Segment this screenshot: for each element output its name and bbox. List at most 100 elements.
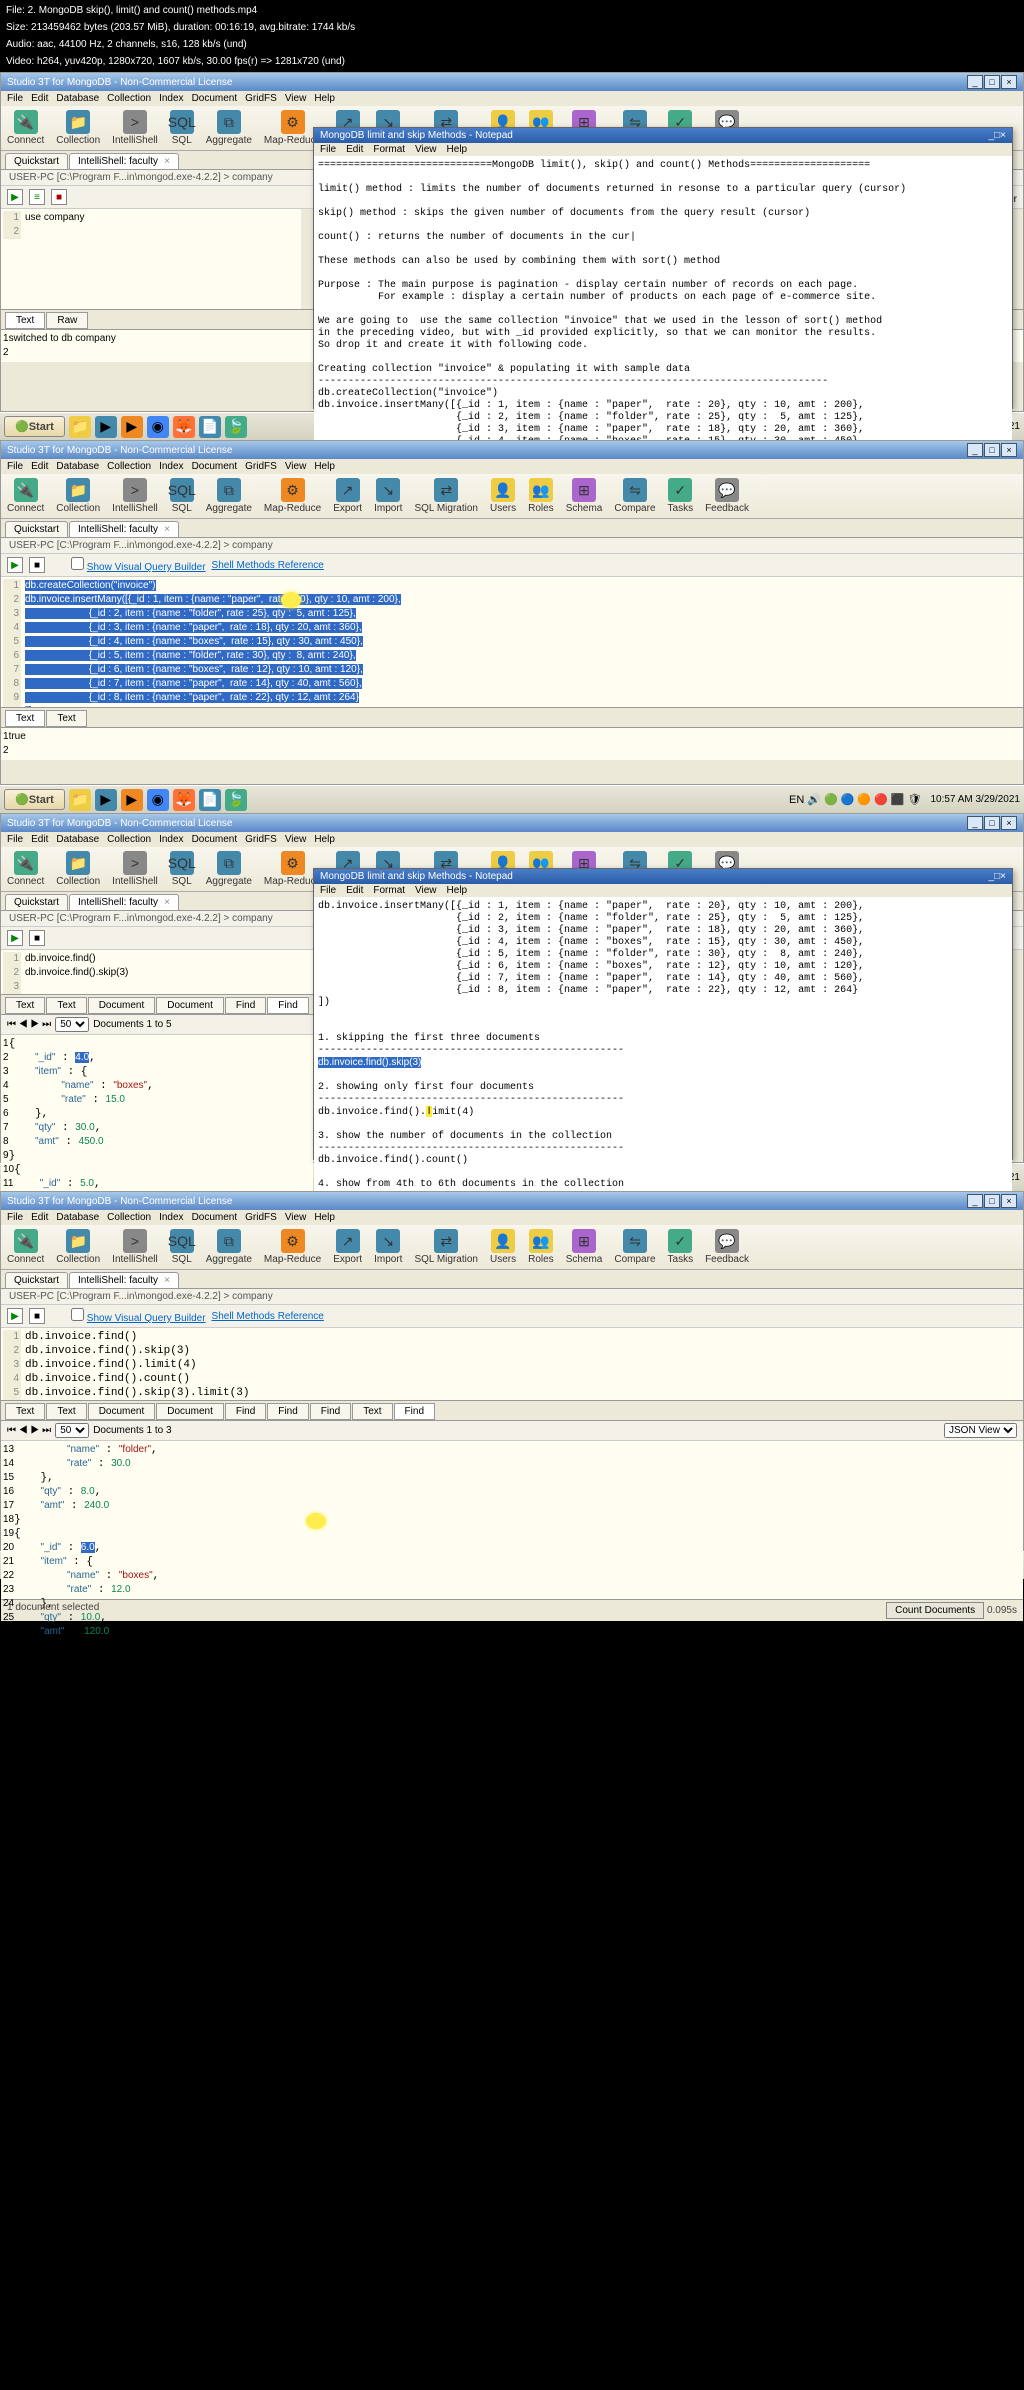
tab-intellishell[interactable]: IntelliShell: faculty× [69,153,179,169]
app-icon[interactable]: ▶ [121,416,143,438]
run-icon[interactable]: ▶ [7,189,23,205]
result-tabs[interactable]: TextTextDocumentDocumentFindFind [1,994,313,1015]
stop-icon[interactable]: ■ [29,557,45,573]
run-line-icon[interactable]: ≡ [29,189,45,205]
intellishell-button[interactable]: >IntelliShell [112,1229,158,1265]
compare-button[interactable]: ⇋Compare [614,1229,655,1265]
tasks-button[interactable]: ✓Tasks [668,478,694,514]
intellishell-button[interactable]: >IntelliShell [112,110,158,146]
pager[interactable]: ⏮ ◀ ▶ ⏭ 50 Documents 1 to 5 [1,1015,313,1035]
roles-button[interactable]: 👥Roles [528,478,554,514]
intellishell-button[interactable]: >IntelliShell [112,851,158,887]
tab-quickstart[interactable]: Quickstart [5,153,68,169]
export-button[interactable]: ↗Export [333,1229,362,1265]
window-controls[interactable]: _□× [966,75,1017,89]
connect-icon: 🔌 [14,1229,38,1253]
app-icon[interactable]: ▶ [95,416,117,438]
code-editor[interactable]: 1db.invoice.find() 2db.invoice.find().sk… [1,1328,1023,1400]
sql-button[interactable]: SQLSQL [170,478,194,514]
code-editor[interactable]: 1db.invoice.find() 2db.invoice.find().sk… [1,950,313,994]
sql-button[interactable]: SQLSQL [170,110,194,146]
connect-icon: 🔌 [14,110,38,134]
tasks-button[interactable]: ✓Tasks [668,1229,694,1265]
users-button[interactable]: 👤Users [490,478,516,514]
notepad-icon[interactable]: 📄 [199,416,221,438]
stop-icon[interactable]: ■ [51,189,67,205]
pager[interactable]: ⏮ ◀ ▶ ⏭ 50 Documents 1 to 3JSON View [1,1421,1023,1441]
roles-button[interactable]: 👥Roles [528,1229,554,1265]
start-button[interactable]: 🟢Start [4,416,65,437]
connect-button[interactable]: 🔌Connect [7,478,44,514]
json-result[interactable]: 13 "name" : "folder", 14 "rate" : 30.0 1… [1,1441,1023,1599]
sqlmig-icon: ⇄ [434,478,458,502]
panel-4: Studio 3T for MongoDB - Non-Commercial L… [0,1191,1024,1551]
start-button[interactable]: 🟢Start [4,789,65,810]
sqlmig-icon: ⇄ [434,1229,458,1253]
mapreduce-button[interactable]: ⚙Map-Reduce [264,478,321,514]
sqlmig-button[interactable]: ⇄SQL Migration [414,1229,478,1265]
schema-button[interactable]: ⊞Schema [566,478,603,514]
intellishell-button[interactable]: >IntelliShell [112,478,158,514]
firefox-icon[interactable]: 🦊 [173,416,195,438]
chrome-icon[interactable]: ◉ [147,416,169,438]
editor-toolbar[interactable]: ▶ ■ Show Visual Query Builder Shell Meth… [1,554,1023,577]
collection-button[interactable]: 📁Collection [56,851,100,887]
result-tab-raw[interactable]: Raw [46,312,88,329]
connect-button[interactable]: 🔌Connect [7,110,44,146]
view-select[interactable]: JSON View [944,1423,1017,1438]
run-icon[interactable]: ▶ [7,557,23,573]
count-documents-button[interactable]: Count Documents [886,1602,984,1619]
editor-tabs[interactable]: QuickstartIntelliShell: faculty× [1,519,1023,538]
window-titlebar[interactable]: Studio 3T for MongoDB - Non-Commercial L… [1,441,1023,459]
studio3t-icon[interactable]: 🍃 [225,416,247,438]
aggregate-button[interactable]: ⧉Aggregate [206,478,252,514]
compare-button[interactable]: ⇋Compare [614,478,655,514]
result-tab-text[interactable]: Text [5,312,45,329]
import-icon: ↘ [376,1229,400,1253]
taskbar[interactable]: 🟢Start 📁▶▶◉🦊📄🍃 EN🔊🟢🔵🟠🔴⬛🛡10:57 AM 3/29/20… [0,785,1024,813]
window-titlebar[interactable]: Studio 3T for MongoDB - Non-Commercial L… [1,73,1023,91]
sqlmig-button[interactable]: ⇄SQL Migration [414,478,478,514]
users-button[interactable]: 👤Users [490,1229,516,1265]
feedback-button[interactable]: 💬Feedback [705,478,749,514]
collection-button[interactable]: 📁Collection [56,478,100,514]
connect-button[interactable]: 🔌Connect [7,851,44,887]
panel-2: Studio 3T for MongoDB - Non-Commercial L… [0,440,1024,785]
feedback-button[interactable]: 💬Feedback [705,1229,749,1265]
code-editor[interactable]: 1use company 2 [1,209,301,309]
aggregate-button[interactable]: ⧉Aggregate [206,1229,252,1265]
breadcrumb: USER-PC [C:\Program F...in\mongod.exe-4.… [1,538,1023,554]
collection-icon: 📁 [66,110,90,134]
file-info-header: File: 2. MongoDB skip(), limit() and cou… [0,0,1024,72]
main-menu[interactable]: FileEditDatabaseCollectionIndexDocumentG… [1,459,1023,474]
aggregate-button[interactable]: ⧉Aggregate [206,110,252,146]
result-tabs[interactable]: TextTextDocumentDocumentFindFindFindText… [1,1400,1023,1421]
notepad-window[interactable]: MongoDB limit and skip Methods - Notepad… [313,868,1013,1160]
json-result[interactable]: 1{ 2 "_id" : 4.0, 3 "item" : { 4 "name" … [1,1035,313,1203]
connect-button[interactable]: 🔌Connect [7,1229,44,1265]
schema-button[interactable]: ⊞Schema [566,1229,603,1265]
import-button[interactable]: ↘Import [374,1229,402,1265]
aggregate-button[interactable]: ⧉Aggregate [206,851,252,887]
connect-icon: 🔌 [14,478,38,502]
folder-icon[interactable]: 📁 [69,416,91,438]
intellishell-icon: > [123,1229,147,1253]
notepad-menu[interactable]: FileEditFormatViewHelp [314,143,1012,156]
aggregate-icon: ⧉ [217,851,241,875]
tasks-icon: ✓ [668,1229,692,1253]
sql-button[interactable]: SQLSQL [170,851,194,887]
notepad-window[interactable]: MongoDB limit and skip Methods - Notepad… [313,127,1013,409]
sql-button[interactable]: SQLSQL [170,1229,194,1265]
collection-button[interactable]: 📁Collection [56,1229,100,1265]
shell-methods-link[interactable]: Shell Methods Reference [212,560,324,571]
mapreduce-button[interactable]: ⚙Map-Reduce [264,1229,321,1265]
collection-icon: 📁 [66,851,90,875]
mapreduce-icon: ⚙ [281,110,305,134]
import-button[interactable]: ↘Import [374,478,402,514]
close-icon[interactable]: × [164,156,170,167]
code-editor[interactable]: 1db.createCollection("invoice") 2db.invo… [1,577,1023,707]
main-menu[interactable]: FileEditDatabaseCollectionIndexDocumentG… [1,91,1023,106]
collection-button[interactable]: 📁Collection [56,110,100,146]
panel-3: Studio 3T for MongoDB - Non-Commercial L… [0,813,1024,1163]
export-button[interactable]: ↗Export [333,478,362,514]
